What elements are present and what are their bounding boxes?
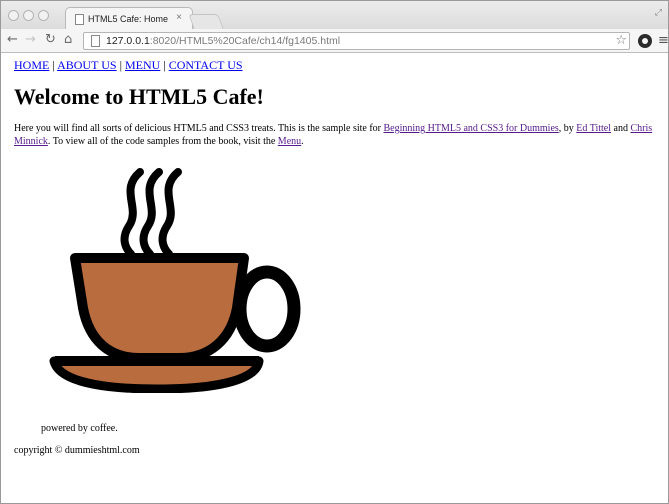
tab-home[interactable]: HTML5 Cafe: Home × (65, 7, 193, 30)
page-title: Welcome to HTML5 Cafe! (14, 84, 264, 109)
intro-text: and (611, 123, 631, 134)
fullscreen-icon[interactable]: ⤢ (655, 8, 662, 18)
back-arrow-icon[interactable]: ← (7, 32, 18, 48)
home-icon[interactable]: ⌂ (64, 32, 72, 48)
close-window-button[interactable] (8, 10, 19, 21)
zoom-window-button[interactable] (38, 10, 49, 21)
url-path: :8020/HTML5%20Cafe/ch14/fg1405.html (149, 35, 341, 47)
author-link-ed-tittel[interactable]: Ed Tittel (576, 123, 611, 134)
address-bar[interactable]: 127.0.0.1:8020/HTML5%20Cafe/ch14/fg1405.… (83, 32, 630, 50)
nav-separator: | (163, 58, 166, 72)
cup-icon (49, 253, 301, 393)
nav-link-menu[interactable]: MENU (125, 58, 160, 72)
browser-window: HTML5 Cafe: Home × ⤢ ← → ↻ ⌂ 127.0.0.1:8… (0, 0, 669, 504)
intro-text: . To view all of the code samples from t… (47, 136, 278, 147)
close-tab-icon[interactable]: × (176, 12, 182, 23)
star-icon[interactable]: ☆ (615, 33, 627, 48)
image-caption: powered by coffee. (41, 423, 118, 434)
intro-text: , by (558, 123, 577, 134)
menu-link[interactable]: Menu (278, 136, 301, 147)
nav-link-contact[interactable]: CONTACT US (169, 58, 243, 72)
nav-separator: | (52, 58, 55, 72)
reload-icon[interactable]: ↻ (45, 32, 56, 48)
browser-toolbar: ← → ↻ ⌂ 127.0.0.1:8020/HTML5%20Cafe/ch14… (1, 29, 669, 53)
url-host: 127.0.0.1 (106, 35, 150, 47)
book-link[interactable]: Beginning HTML5 and CSS3 for Dummies (384, 123, 559, 134)
extension-icon[interactable] (638, 34, 652, 48)
intro-text: Here you will find all sorts of deliciou… (14, 123, 384, 134)
page-icon (91, 35, 100, 47)
main-nav: HOME | ABOUT US | MENU | CONTACT US (14, 58, 243, 73)
menu-icon[interactable]: ≡ (658, 33, 669, 48)
title-bar: HTML5 Cafe: Home × ⤢ (1, 1, 668, 30)
coffee-cup-image (49, 168, 301, 393)
forward-arrow-icon[interactable]: → (25, 32, 36, 48)
steam-icon (120, 168, 182, 258)
url-text[interactable]: 127.0.0.1:8020/HTML5%20Cafe/ch14/fg1405.… (106, 35, 340, 47)
tab-title: HTML5 Cafe: Home (88, 14, 169, 24)
nav-separator: | (119, 58, 122, 72)
new-tab-button[interactable] (188, 14, 224, 29)
copyright-notice: copyright © dummieshtml.com (14, 445, 140, 456)
page-icon (75, 14, 84, 25)
minimize-window-button[interactable] (23, 10, 34, 21)
nav-link-about[interactable]: ABOUT US (57, 58, 116, 72)
nav-link-home[interactable]: HOME (14, 58, 49, 72)
intro-paragraph: Here you will find all sorts of deliciou… (14, 122, 659, 148)
intro-text: . (301, 136, 304, 147)
